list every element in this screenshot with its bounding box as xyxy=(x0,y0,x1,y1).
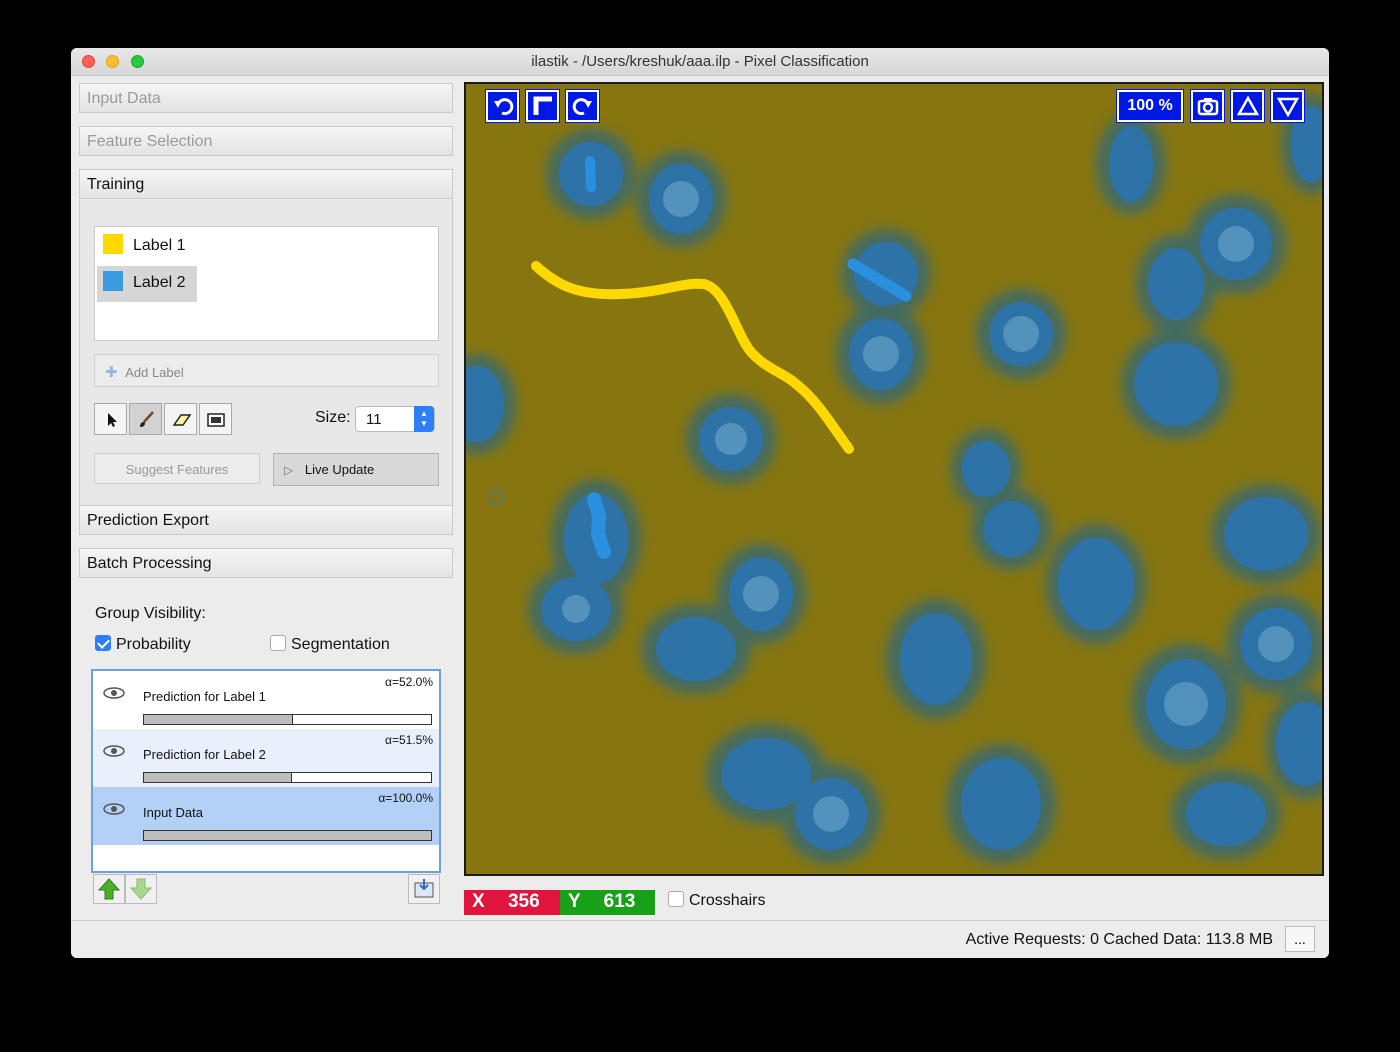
undo-icon xyxy=(493,98,513,116)
checkbox-unchecked-icon[interactable] xyxy=(668,891,684,908)
group-visibility-title: Group Visibility: xyxy=(95,605,206,622)
camera-icon xyxy=(1197,98,1218,116)
crosshairs-label: Crosshairs xyxy=(689,892,766,909)
layer-row[interactable]: Prediction for Label 2 α=51.5% xyxy=(93,729,439,787)
layer-name: Prediction for Label 1 xyxy=(143,689,266,704)
redo-button[interactable] xyxy=(565,89,600,123)
checkbox-unchecked-icon[interactable] xyxy=(270,635,286,652)
x-label: X xyxy=(472,891,485,912)
status-text: Active Requests: 0 Cached Data: 113.8 MB xyxy=(965,931,1273,948)
slice-down-button[interactable] xyxy=(1270,89,1305,123)
layer-name: Input Data xyxy=(143,805,203,820)
crosshairs-checkbox[interactable]: Crosshairs xyxy=(668,891,766,910)
eye-icon[interactable] xyxy=(103,687,125,699)
brush-tool-button[interactable] xyxy=(129,403,162,435)
applet-training[interactable]: Training xyxy=(79,169,453,199)
x-coordinate: X 356 xyxy=(464,890,560,915)
pointer-icon xyxy=(108,413,117,427)
export-icon xyxy=(414,879,434,898)
microscopy-image[interactable] xyxy=(466,84,1324,876)
layer-row[interactable]: Input Data α=100.0% xyxy=(93,787,439,845)
opacity-slider[interactable] xyxy=(143,772,432,783)
brush-size-spinbox[interactable]: 11 ▲ ▼ xyxy=(355,406,435,432)
thresholding-tool-button[interactable] xyxy=(199,403,232,435)
label-color-swatch[interactable] xyxy=(103,271,123,292)
arrow-up-icon xyxy=(97,878,121,900)
spin-arrows-icon[interactable]: ▲ ▼ xyxy=(414,406,434,432)
eye-icon[interactable] xyxy=(103,803,125,815)
label-item-2[interactable]: Label 2 xyxy=(97,266,197,302)
layer-opacity: α=52.0% xyxy=(385,675,433,689)
opacity-fill xyxy=(144,831,431,840)
export-layer-button[interactable] xyxy=(408,874,440,904)
undo-button[interactable] xyxy=(485,89,520,123)
applet-prediction-export[interactable]: Prediction Export xyxy=(79,505,453,535)
suggest-features-button[interactable]: Suggest Features xyxy=(94,453,260,484)
label-item-1[interactable]: Label 1 xyxy=(97,229,197,265)
eraser-tool-button[interactable] xyxy=(164,403,197,435)
live-update-text: Live Update xyxy=(304,462,375,477)
navigation-tool-button[interactable] xyxy=(94,403,127,435)
label-list: Label 1 Label 2 xyxy=(94,226,439,341)
opacity-slider[interactable] xyxy=(143,830,432,841)
brush-icon xyxy=(140,411,154,427)
layer-name: Prediction for Label 2 xyxy=(143,747,266,762)
layer-row[interactable]: Prediction for Label 1 α=52.0% xyxy=(93,671,439,729)
reset-view-button[interactable] xyxy=(525,89,560,123)
label-name: Label 2 xyxy=(133,274,186,291)
y-label: Y xyxy=(568,891,581,912)
applet-input-data[interactable]: Input Data xyxy=(79,83,453,113)
slice-down-icon xyxy=(1276,97,1299,118)
image-viewer[interactable]: 100 % xyxy=(464,82,1324,876)
slice-up-icon xyxy=(1236,95,1259,116)
brush-size-label: Size: xyxy=(315,409,351,426)
screenshot-button[interactable] xyxy=(1190,89,1225,123)
play-icon: ▷ xyxy=(284,463,294,477)
label-name: Label 1 xyxy=(133,237,186,254)
applet-feature-selection[interactable]: Feature Selection xyxy=(79,126,453,156)
opacity-fill xyxy=(144,715,294,724)
x-value: 356 xyxy=(507,891,540,912)
y-value: 613 xyxy=(603,891,636,912)
layer-list: Prediction for Label 1 α=52.0% Predictio… xyxy=(91,669,441,873)
window-title: ilastik - /Users/kreshuk/aaa.ilp - Pixel… xyxy=(531,53,869,70)
threshold-icon xyxy=(207,413,225,427)
plus-icon: ✚ xyxy=(105,364,118,381)
training-panel: Label 1 Label 2 ✚ Add Label Size: 11 ▲ ▼ … xyxy=(79,200,453,506)
segmentation-checkbox[interactable]: Segmentation xyxy=(270,635,390,654)
probability-label: Probability xyxy=(116,636,191,653)
eraser-icon xyxy=(172,414,192,426)
opacity-slider[interactable] xyxy=(143,714,432,725)
arrow-down-icon xyxy=(129,878,153,900)
status-bar: Active Requests: 0 Cached Data: 113.8 MB… xyxy=(71,920,1329,958)
label-color-swatch[interactable] xyxy=(103,234,123,255)
more-button[interactable]: ... xyxy=(1285,926,1315,952)
reset-view-icon xyxy=(533,96,552,115)
opacity-fill xyxy=(144,773,292,782)
layer-opacity: α=51.5% xyxy=(385,733,433,747)
app-window: ilastik - /Users/kreshuk/aaa.ilp - Pixel… xyxy=(71,48,1329,958)
layer-opacity: α=100.0% xyxy=(378,791,433,805)
y-coordinate: Y 613 xyxy=(560,890,655,915)
title-bar: ilastik - /Users/kreshuk/aaa.ilp - Pixel… xyxy=(71,48,1329,76)
probability-checkbox[interactable]: Probability xyxy=(95,635,191,654)
segmentation-label: Segmentation xyxy=(291,636,390,653)
layer-up-button[interactable] xyxy=(93,874,125,904)
slice-up-button[interactable] xyxy=(1230,89,1265,123)
eye-icon[interactable] xyxy=(103,745,125,757)
checkbox-checked-icon[interactable] xyxy=(95,635,111,652)
add-label-button[interactable]: ✚ Add Label xyxy=(94,354,439,387)
add-label-text: Add Label xyxy=(125,365,184,380)
brush-size-value: 11 xyxy=(366,411,382,428)
redo-icon xyxy=(572,98,592,116)
applet-batch-processing[interactable]: Batch Processing xyxy=(79,548,453,578)
zoom-level-button[interactable]: 100 % xyxy=(1116,89,1184,123)
layer-down-button[interactable] xyxy=(125,874,157,904)
live-update-button[interactable]: ▷ Live Update xyxy=(273,453,439,486)
